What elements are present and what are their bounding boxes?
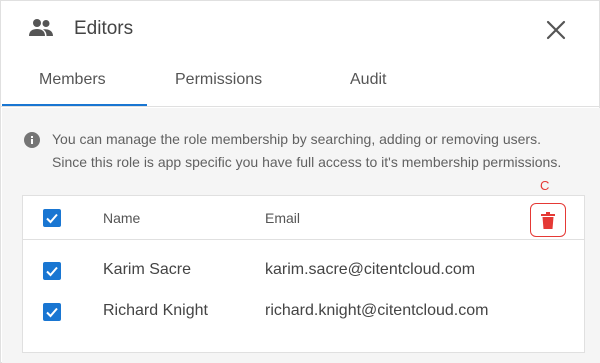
table-row[interactable]: Karim Sacre karim.sacre@citentcloud.com <box>23 250 584 292</box>
member-email: karim.sacre@citentcloud.com <box>265 261 476 278</box>
tab-members[interactable]: Members <box>39 71 106 89</box>
trash-icon <box>541 211 555 229</box>
row-checkbox[interactable] <box>43 303 61 321</box>
tab-audit[interactable]: Audit <box>350 71 386 89</box>
group-icon <box>28 17 54 39</box>
table-header-row: Name Email <box>23 196 584 240</box>
info-icon <box>24 132 40 148</box>
tab-bar: Members Permissions Audit <box>1 57 600 107</box>
dialog-header: Editors <box>1 1 600 57</box>
checkmark-icon <box>46 213 58 224</box>
dialog-title: Editors <box>74 18 134 39</box>
members-table: Name Email Karim Sacre karim.sacre@citen… <box>22 195 585 353</box>
checkmark-icon <box>46 266 58 277</box>
column-header-name: Name <box>103 210 141 226</box>
editors-dialog: Editors Members Permissions Audit You ca… <box>0 0 600 363</box>
table-row[interactable]: Richard Knight richard.knight@citentclou… <box>23 291 584 333</box>
member-name: Karim Sacre <box>103 261 192 278</box>
member-name: Richard Knight <box>103 302 208 319</box>
close-icon <box>546 20 566 40</box>
close-button[interactable] <box>541 15 571 45</box>
annotation-label: C <box>540 178 550 193</box>
members-panel: You can manage the role membership by se… <box>2 108 600 363</box>
info-text-line-1: You can manage the role membership by se… <box>52 131 541 147</box>
active-tab-indicator <box>2 104 147 106</box>
tab-permissions[interactable]: Permissions <box>175 71 262 89</box>
select-all-checkbox[interactable] <box>43 209 61 227</box>
checkmark-icon <box>46 307 58 318</box>
member-email: richard.knight@citentcloud.com <box>265 302 489 319</box>
row-checkbox[interactable] <box>43 262 61 280</box>
info-text-line-2: Since this role is app specific you have… <box>52 154 562 170</box>
column-header-email: Email <box>265 210 301 226</box>
delete-button[interactable] <box>530 203 566 237</box>
